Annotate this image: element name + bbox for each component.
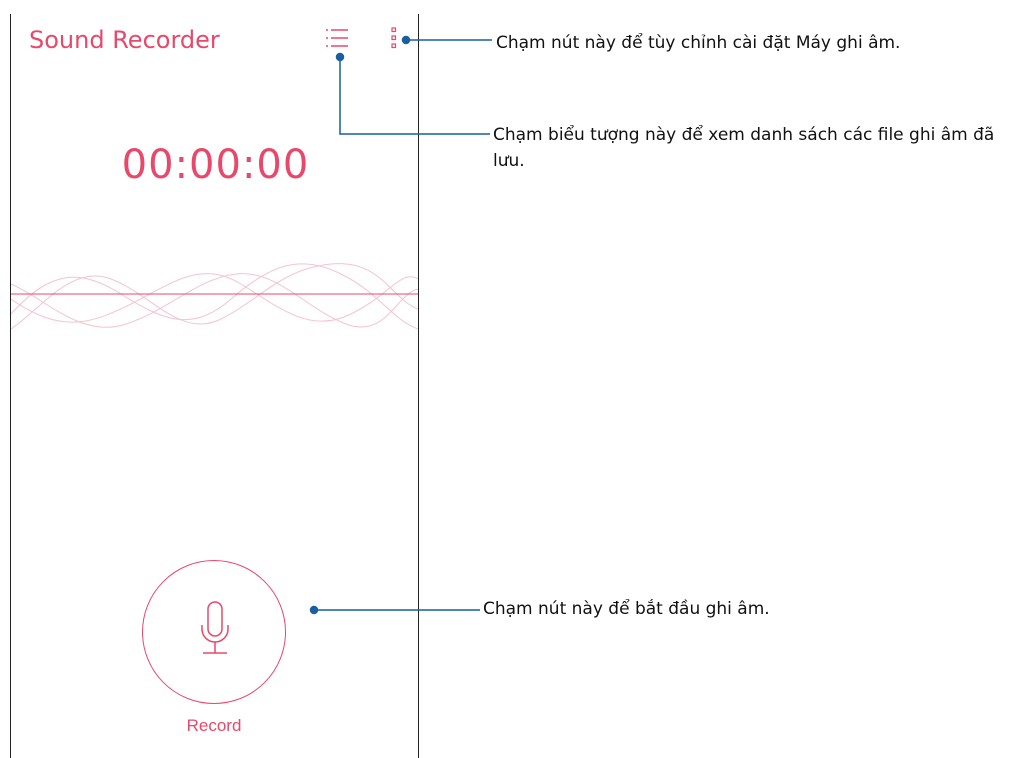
microphone-icon bbox=[201, 601, 229, 654]
app-title: Sound Recorder bbox=[29, 26, 220, 54]
settings-callout: Chạm nút này để tùy chỉnh cài đặt Máy gh… bbox=[496, 33, 901, 53]
record-label: Record bbox=[186, 716, 242, 735]
elapsed-time: 00:00:00 bbox=[121, 142, 310, 188]
record-callout: Chạm nút này để bắt đầu ghi âm. bbox=[483, 599, 770, 619]
list-icon bbox=[326, 29, 348, 47]
recordings-list-callout: Chạm biểu tượng này để xem danh sách các… bbox=[493, 125, 995, 171]
waveform-visualizer bbox=[11, 263, 418, 330]
settings-menu-button[interactable] bbox=[388, 26, 400, 50]
recordings-list-button[interactable] bbox=[325, 27, 349, 49]
phone-screen: Sound Recorder 00:00:00 Record bbox=[10, 14, 419, 758]
record-button[interactable] bbox=[142, 560, 286, 704]
more-vert-icon bbox=[391, 27, 397, 49]
